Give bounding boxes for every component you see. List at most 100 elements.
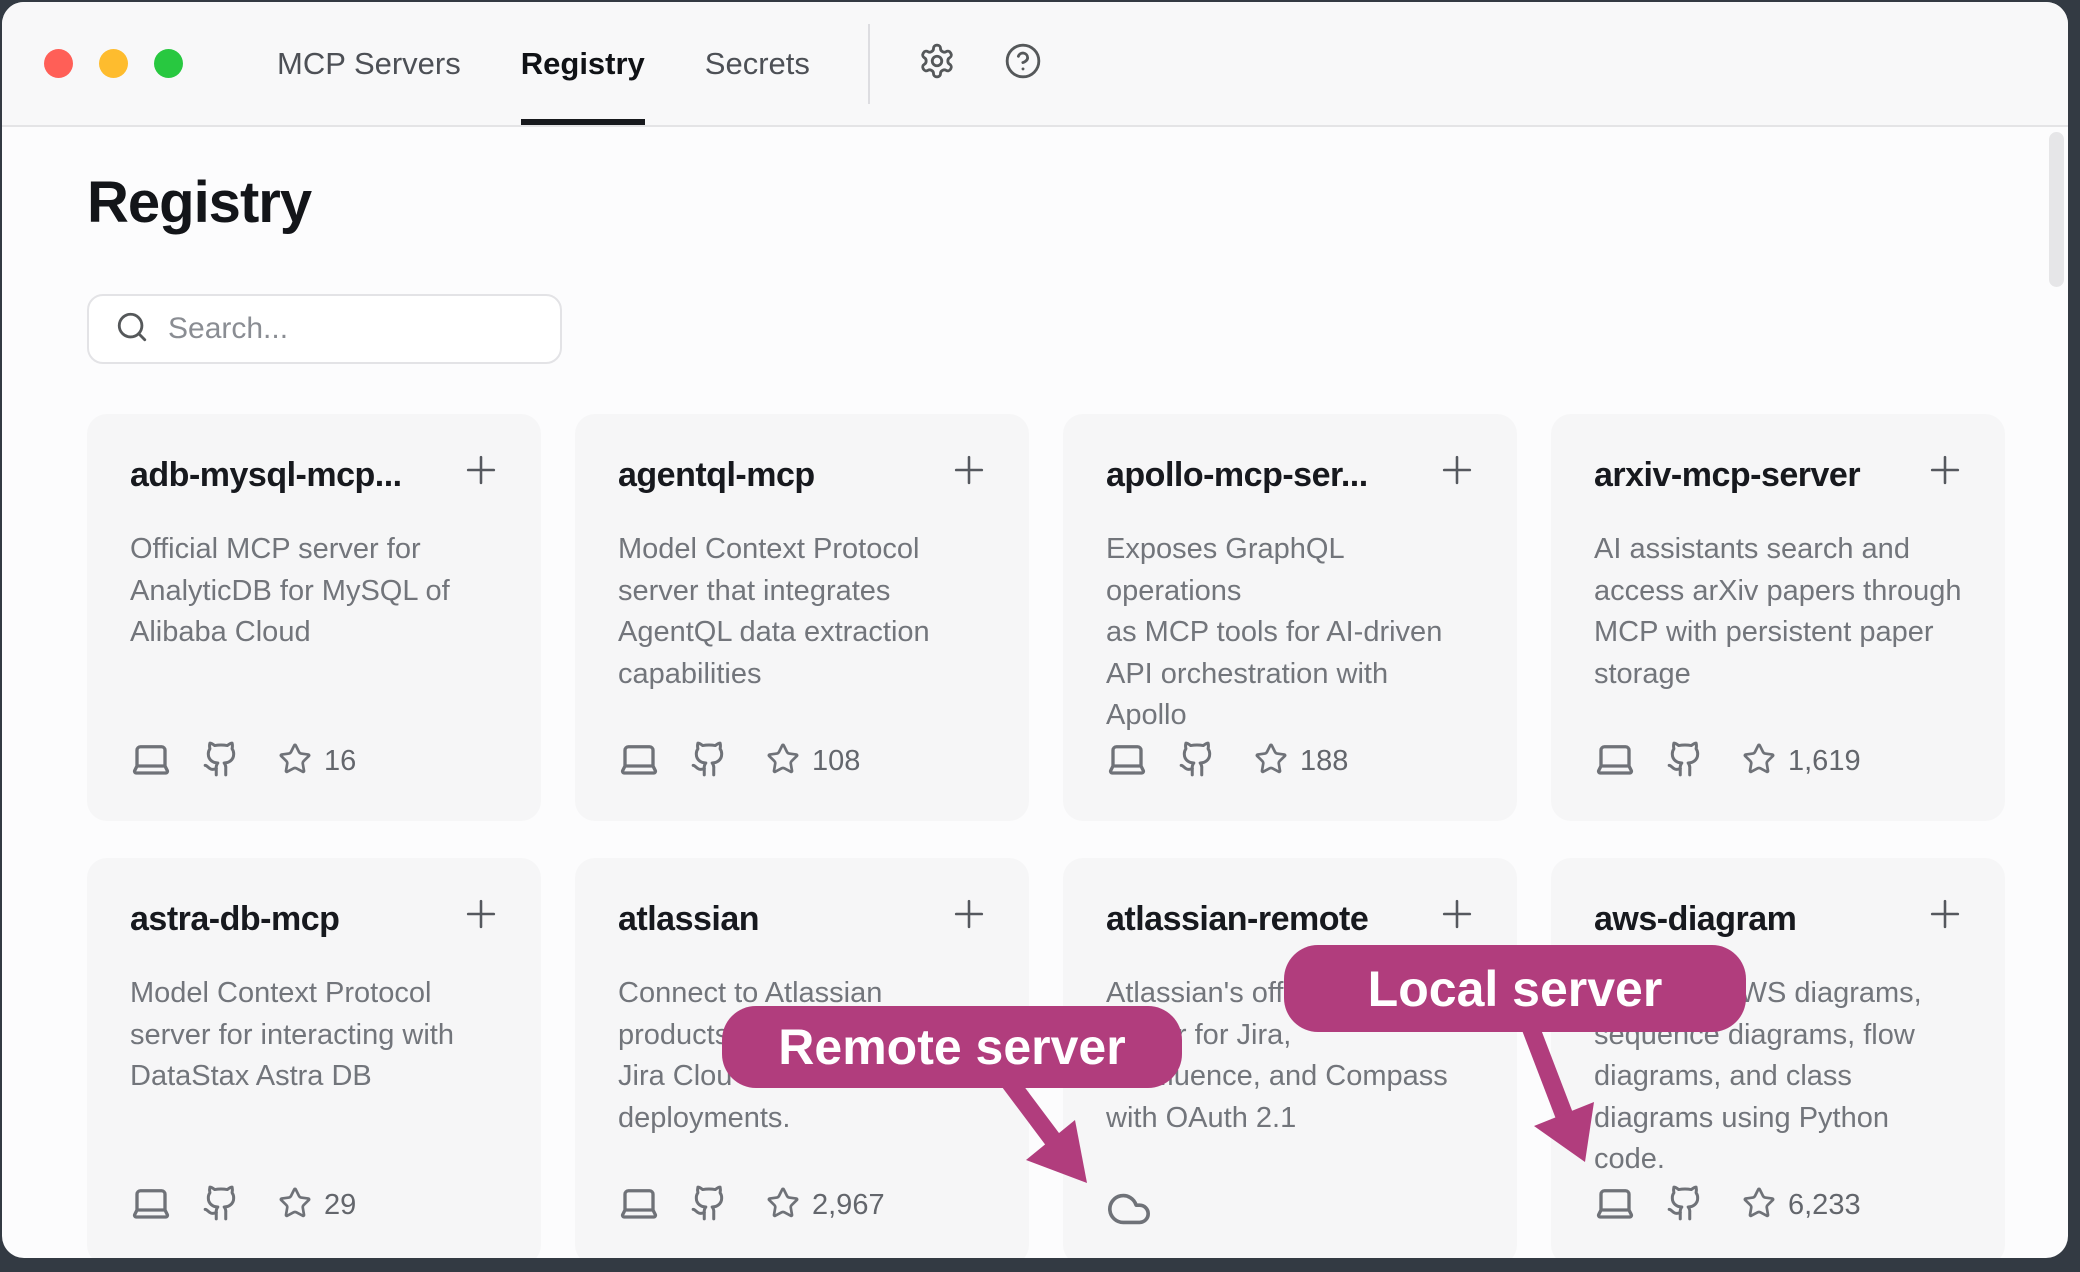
- add-server-button[interactable]: [459, 448, 503, 497]
- star-icon: [766, 742, 800, 781]
- add-server-button[interactable]: [947, 448, 991, 497]
- app-window: MCP Servers Registry Secrets Registry ad…: [2, 2, 2068, 1258]
- github-icon: [690, 740, 728, 783]
- plus-icon: [1435, 923, 1479, 940]
- add-server-button[interactable]: [1923, 448, 1967, 497]
- page-title: Registry: [87, 169, 2068, 236]
- server-name: agentql-mcp: [618, 456, 986, 495]
- laptop-icon: [1594, 738, 1636, 785]
- laptop-icon: [618, 1182, 660, 1229]
- description-line: AgentQL data extraction: [618, 612, 986, 654]
- server-card-grid: adb-mysql-mcp...Official MCP server forA…: [87, 414, 2068, 1258]
- card-footer: 1,619: [1594, 738, 1861, 785]
- plus-icon: [1923, 479, 1967, 496]
- plus-icon: [1923, 923, 1967, 940]
- description-line: Official MCP server for: [130, 529, 498, 571]
- settings-icon: [918, 42, 956, 85]
- server-description: Exposes GraphQL operationsas MCP tools f…: [1106, 529, 1474, 737]
- github-icon: [690, 1184, 728, 1227]
- card-footer: 16: [130, 738, 356, 785]
- server-card: apollo-mcp-ser... Exposes GraphQL operati…: [1063, 414, 1517, 821]
- star-count: 16: [324, 745, 356, 778]
- server-name: aws-diagram: [1594, 900, 1962, 939]
- star-count: 108: [812, 745, 860, 778]
- titlebar: MCP Servers Registry Secrets: [2, 2, 2068, 127]
- zoom-button[interactable]: [154, 49, 183, 78]
- laptop-icon: [618, 738, 660, 785]
- server-card: astra-db-mcp Model Context Protocolserver…: [87, 858, 541, 1258]
- description-line: MCP with persistent paper: [1594, 612, 1962, 654]
- description-line: deployments.: [618, 1098, 986, 1140]
- server-description: Model Context Protocolserver that integr…: [618, 529, 986, 695]
- laptop-icon: [130, 738, 172, 785]
- description-line: AnalyticDB for MySQL of: [130, 571, 498, 613]
- server-name: adb-mysql-mcp...: [130, 456, 498, 495]
- add-server-button[interactable]: [1923, 892, 1967, 941]
- description-line: AI assistants search and: [1594, 529, 1962, 571]
- cloud-icon: [1106, 1186, 1152, 1237]
- star-icon: [1742, 1186, 1776, 1225]
- description-line: Exposes GraphQL operations: [1106, 529, 1474, 612]
- star-icon: [766, 1186, 800, 1225]
- server-card: arxiv-mcp-server AI assistants search and…: [1551, 414, 2005, 821]
- remote-server-badge: Remote server: [722, 1006, 1182, 1088]
- description-line: Alibaba Cloud: [130, 612, 498, 654]
- description-line: storage: [1594, 654, 1962, 696]
- add-server-button[interactable]: [1435, 448, 1479, 497]
- local-server-badge: Local server: [1284, 945, 1746, 1032]
- server-name: atlassian: [618, 900, 986, 939]
- add-server-button[interactable]: [947, 892, 991, 941]
- plus-icon: [947, 479, 991, 496]
- star-count: 6,233: [1788, 1189, 1861, 1222]
- search-input[interactable]: [166, 311, 560, 347]
- server-name: apollo-mcp-ser...: [1106, 456, 1474, 495]
- laptop-icon: [130, 1182, 172, 1229]
- description-line: server that integrates: [618, 571, 986, 613]
- server-name: arxiv-mcp-server: [1594, 456, 1962, 495]
- card-footer: 108: [618, 738, 860, 785]
- card-footer: 29: [130, 1182, 356, 1229]
- description-line: diagrams, and class: [1594, 1056, 1962, 1098]
- plus-icon: [459, 479, 503, 496]
- star-count: 29: [324, 1189, 356, 1222]
- github-icon: [202, 740, 240, 783]
- description-line: server for interacting with: [130, 1015, 498, 1057]
- add-server-button[interactable]: [459, 892, 503, 941]
- tab-secrets[interactable]: Secrets: [705, 2, 810, 125]
- plus-icon: [1435, 479, 1479, 496]
- laptop-icon: [1594, 1182, 1636, 1229]
- tab-mcp-servers[interactable]: MCP Servers: [277, 2, 461, 125]
- star-count: 188: [1300, 745, 1348, 778]
- description-line: with OAuth 2.1: [1106, 1098, 1474, 1140]
- description-line: DataStax Astra DB: [130, 1056, 498, 1098]
- close-button[interactable]: [44, 49, 73, 78]
- traffic-lights: [44, 2, 183, 125]
- scrollbar-thumb[interactable]: [2049, 132, 2064, 287]
- add-server-button[interactable]: [1435, 892, 1479, 941]
- star-count: 2,967: [812, 1189, 885, 1222]
- card-footer: 188: [1106, 738, 1348, 785]
- main-content: Registry adb-mysql-mcp... Official MCP se…: [2, 169, 2068, 1258]
- description-line: capabilities: [618, 654, 986, 696]
- description-line: Model Context Protocol: [618, 529, 986, 571]
- description-line: access arXiv papers through: [1594, 571, 1962, 613]
- description-line: Model Context Protocol: [130, 973, 498, 1015]
- card-footer: 2,967: [618, 1182, 885, 1229]
- star-icon: [1254, 742, 1288, 781]
- github-icon: [1666, 1184, 1704, 1227]
- github-icon: [1178, 740, 1216, 783]
- tab-registry[interactable]: Registry: [521, 2, 645, 125]
- github-icon: [202, 1184, 240, 1227]
- laptop-icon: [1106, 738, 1148, 785]
- settings-button[interactable]: [918, 2, 956, 125]
- github-icon: [1666, 740, 1704, 783]
- plus-icon: [947, 923, 991, 940]
- help-button[interactable]: [1004, 2, 1042, 125]
- server-name: astra-db-mcp: [130, 900, 498, 939]
- titlebar-divider: [868, 24, 870, 104]
- star-icon: [278, 1186, 312, 1225]
- star-count: 1,619: [1788, 745, 1861, 778]
- minimize-button[interactable]: [99, 49, 128, 78]
- card-footer: 6,233: [1594, 1182, 1861, 1229]
- plus-icon: [459, 923, 503, 940]
